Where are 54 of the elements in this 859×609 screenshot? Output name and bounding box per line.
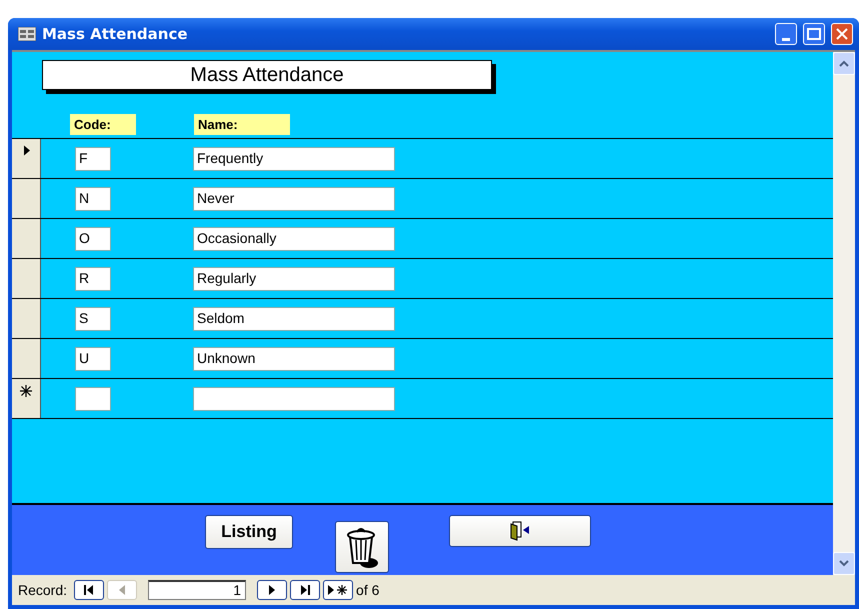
next-record-button[interactable]: [257, 580, 288, 600]
new-record-icon: [20, 385, 32, 397]
code-field[interactable]: F: [75, 147, 111, 171]
vertical-scrollbar[interactable]: [833, 52, 855, 575]
record-selector[interactable]: [12, 139, 41, 178]
record-selector[interactable]: [12, 219, 41, 258]
record-label: Record:: [18, 582, 68, 598]
code-field[interactable]: O: [75, 227, 111, 251]
scroll-down-button[interactable]: [833, 552, 855, 575]
code-field[interactable]: U: [75, 347, 111, 371]
name-field[interactable]: Seldom: [193, 307, 395, 331]
delete-button[interactable]: [335, 521, 389, 573]
chevron-down-icon: [839, 560, 849, 567]
code-field[interactable]: N: [75, 187, 111, 211]
minimize-button[interactable]: [775, 23, 797, 45]
close-button[interactable]: [831, 23, 853, 45]
name-field[interactable]: Regularly: [193, 267, 395, 291]
code-field[interactable]: S: [75, 307, 111, 331]
next-arrow-icon: [267, 584, 278, 596]
record-selector[interactable]: [12, 379, 41, 418]
name-field[interactable]: Unknown: [193, 347, 395, 371]
previous-arrow-icon: [117, 584, 128, 596]
code-field[interactable]: [75, 387, 111, 411]
last-record-button[interactable]: [290, 580, 320, 600]
last-record-icon: [299, 584, 312, 596]
record-selector[interactable]: [12, 299, 41, 338]
close-icon: [836, 28, 848, 40]
name-field[interactable]: Never: [193, 187, 395, 211]
new-record-icon: [327, 584, 350, 596]
record-selector[interactable]: [12, 259, 41, 298]
window-title: Mass Attendance: [42, 25, 189, 43]
name-field[interactable]: Frequently: [193, 147, 395, 171]
column-label: Name:: [194, 114, 290, 134]
record-selector[interactable]: [12, 179, 41, 218]
column-label: Code:: [70, 114, 136, 134]
name-field[interactable]: Occasionally: [193, 227, 395, 251]
new-record-button[interactable]: [323, 580, 354, 600]
exit-door-icon: [509, 521, 531, 541]
record-selector[interactable]: [12, 339, 41, 378]
scroll-up-button[interactable]: [833, 52, 855, 75]
trash-can-icon: [345, 525, 379, 569]
form-icon: [18, 27, 36, 41]
record-count: of 6: [356, 582, 380, 598]
listing-button[interactable]: Listing: [205, 515, 293, 549]
first-record-button[interactable]: [74, 580, 104, 600]
maximize-icon: [807, 28, 821, 40]
maximize-button[interactable]: [803, 23, 825, 45]
chevron-up-icon: [839, 60, 849, 67]
first-record-icon: [83, 584, 96, 596]
close-form-button[interactable]: [449, 515, 591, 547]
minimize-icon: [782, 38, 790, 40]
record-number-field[interactable]: 1: [148, 580, 246, 600]
name-field[interactable]: [193, 387, 395, 411]
code-field[interactable]: R: [75, 267, 111, 291]
